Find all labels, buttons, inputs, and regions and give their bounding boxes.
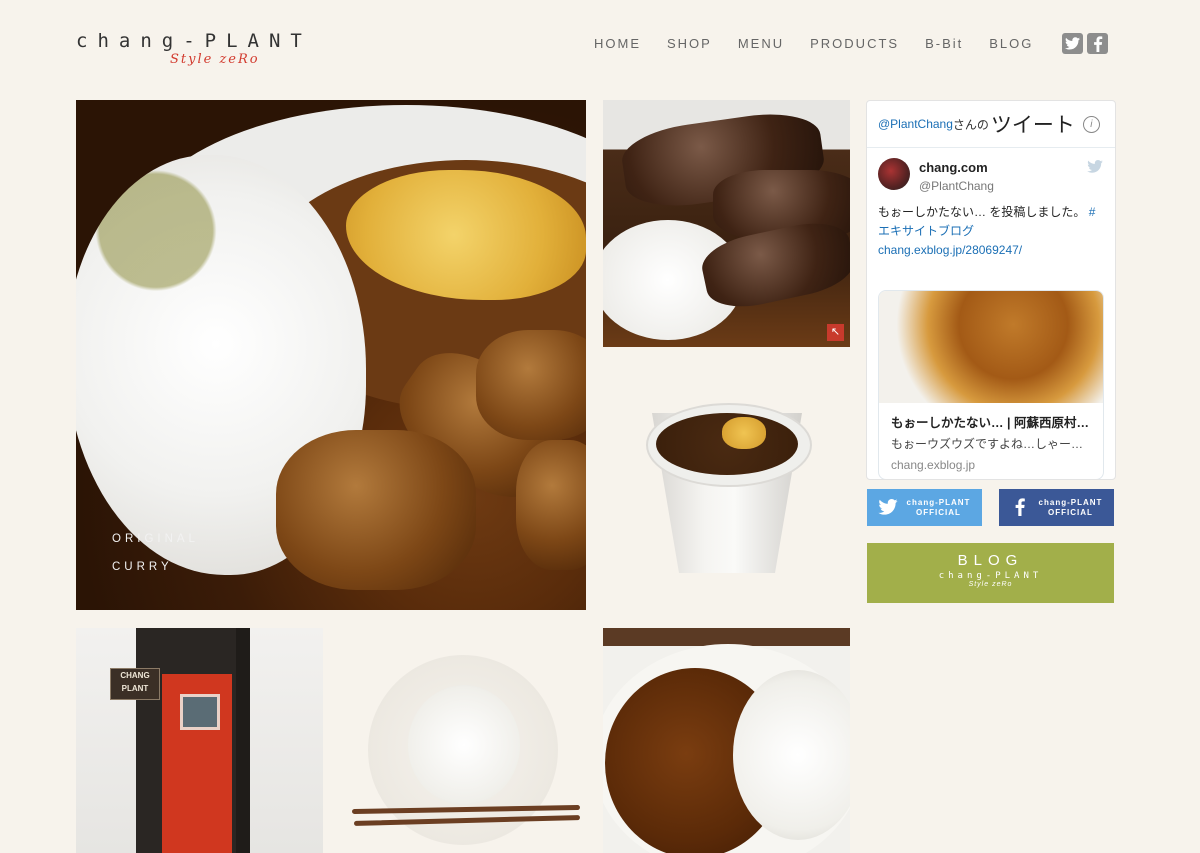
logo-main-text: chang-PLANT [76,30,312,52]
nav-home[interactable]: HOME [594,36,641,52]
tweet-author-name[interactable]: chang.com [919,160,988,175]
tweet-text: もぉーしかたない… を投稿しました。 #エキサイトブログ chang.exblo… [878,203,1106,260]
facebook-official-line1: chang-PLANT [1038,497,1103,507]
hero-caption-curry: CURRY [112,561,173,573]
facebook-official-line2: OFFICIAL [1048,507,1093,517]
rice-mound [408,685,520,805]
soup-cup-tile[interactable] [630,395,830,585]
meat-piece [276,430,476,590]
avatar[interactable] [878,158,910,190]
twitter-official-label: chang-PLANT OFFICIAL [901,498,982,518]
card-image [879,291,1103,403]
twitter-handle-suffix: さんの [952,117,989,132]
nav-blog[interactable]: BLOG [989,36,1033,52]
site-logo[interactable]: chang-PLANT Style zeRo [76,30,386,72]
twitter-official-button[interactable]: chang-PLANT OFFICIAL [867,489,982,526]
card-title: もぉーしかたない… | 阿蘇西原村… [891,416,1089,430]
blog-banner-tagline: Style zeRo [968,581,1013,588]
card-domain: chang.exblog.jp [891,458,976,472]
facebook-official-label: chang-PLANT OFFICIAL [1033,498,1114,518]
facebook-icon[interactable] [1087,33,1108,54]
twitter-bird-icon[interactable] [1087,160,1103,178]
twitter-widget-title: ツイート [990,114,1075,137]
tweet-link-card[interactable]: もぉーしかたない… | 阿蘇西原村… もぉーウズウズですよね…しゃー… chan… [878,290,1104,479]
facebook-official-button[interactable]: chang-PLANT OFFICIAL [999,489,1114,526]
tweet-url[interactable]: chang.exblog.jp/28069247/ [878,243,1022,257]
hero-caption-original: ORIGINAL [112,533,199,545]
twitter-official-line1: chang-PLANT [906,497,971,507]
twitter-timeline-widget: @PlantChang さんの ツイート i chang.com @PlantC… [866,100,1116,480]
nav-b-bit[interactable]: B-Bit [925,36,963,52]
nav-menu[interactable]: MENU [738,36,784,52]
door-window [180,694,220,730]
store-sign: CHANG PLANT [110,668,160,700]
cup-topping [722,417,766,449]
info-icon[interactable]: i [1082,115,1100,133]
card-description: もぉーウズウズですよね…しゃー… [891,437,1084,451]
wooden-post [236,628,250,853]
steak-curry-tile[interactable]: ↖ [603,100,850,347]
nav-shop[interactable]: SHOP [667,36,712,52]
twitter-icon [875,498,901,517]
rice-plate-tile[interactable] [350,650,585,850]
logo-sub-text: Style zeRo [170,52,260,67]
blog-banner-button[interactable]: BLOG chang-PLANT Style zeRo [867,543,1114,603]
tweet-text-body: もぉーしかたない… を投稿しました。 [878,205,1086,219]
expand-arrow-icon[interactable]: ↖ [827,324,844,341]
storefront-tile[interactable]: CHANG PLANT [76,628,323,853]
curry-plate-tile[interactable] [603,628,850,853]
beef-rib [697,215,850,315]
tweet-author-username[interactable]: @PlantChang [919,179,994,193]
blog-banner-subtitle: chang-PLANT [938,571,1043,581]
twitter-widget-header: @PlantChang さんの ツイート i [867,101,1115,148]
nav-products[interactable]: PRODUCTS [810,36,899,52]
hero-original-curry-tile[interactable]: ORIGINAL CURRY [76,100,586,610]
facebook-icon [1007,497,1033,518]
blog-banner-title: BLOG [957,552,1024,569]
twitter-icon[interactable] [1062,33,1083,54]
twitter-official-line2: OFFICIAL [916,507,961,517]
main-nav: HOME SHOP MENU PRODUCTS B-Bit BLOG [594,36,1059,52]
twitter-handle-link[interactable]: @PlantChang [878,117,953,131]
meat-piece [476,330,586,440]
meat-piece [516,440,586,570]
header-social-links [1062,33,1108,54]
